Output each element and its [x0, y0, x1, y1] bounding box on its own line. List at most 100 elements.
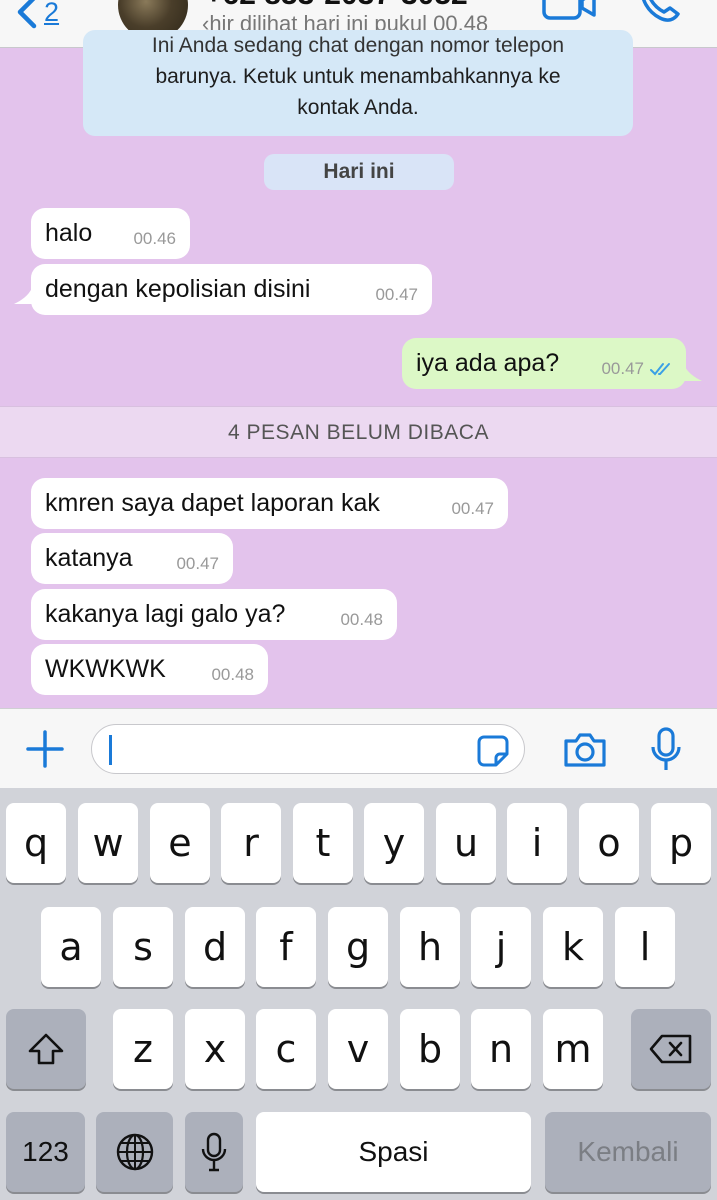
message-input[interactable]	[91, 724, 525, 774]
key-label: w	[92, 821, 124, 865]
key-label: l	[639, 925, 651, 969]
message-time: 00.47	[451, 499, 494, 518]
backspace-icon	[649, 1034, 692, 1064]
key-label: x	[203, 1027, 227, 1071]
message-bubble-incoming[interactable]: katanya 00.47	[31, 533, 233, 584]
key-label: u	[453, 821, 479, 865]
key-label: b	[417, 1027, 443, 1071]
unread-chats-count: 2	[44, 0, 60, 27]
key-label: i	[531, 821, 543, 865]
read-receipt-icon	[650, 363, 670, 376]
key-label: m	[554, 1027, 592, 1071]
key-j[interactable]: j	[471, 907, 531, 987]
camera-icon[interactable]	[562, 731, 608, 769]
message-time: 00.46	[133, 229, 176, 248]
key-c[interactable]: c	[256, 1009, 316, 1089]
key-r[interactable]: r	[221, 803, 281, 883]
message-bubble-incoming[interactable]: WKWKWK 00.48	[31, 644, 268, 695]
key-z[interactable]: z	[113, 1009, 173, 1089]
message-bubble-incoming[interactable]: kakanya lagi galo ya? 00.48	[31, 589, 397, 640]
key-label: e	[168, 821, 192, 865]
message-text: kmren saya dapet laporan kak	[45, 489, 380, 517]
key-o[interactable]: o	[579, 803, 639, 883]
key-m[interactable]: m	[543, 1009, 603, 1089]
key-t[interactable]: t	[293, 803, 353, 883]
key-label: j	[495, 925, 507, 969]
key-f[interactable]: f	[256, 907, 316, 987]
sticker-icon[interactable]	[476, 734, 510, 768]
key-d[interactable]: d	[185, 907, 245, 987]
message-bubble-incoming[interactable]: kmren saya dapet laporan kak 00.47	[31, 478, 508, 529]
key-w[interactable]: w	[78, 803, 138, 883]
return-key[interactable]: Kembali	[545, 1112, 711, 1192]
info-line-1: Ini Anda sedang chat dengan nomor telepo…	[151, 34, 565, 57]
unread-messages-banner: 4 PESAN BELUM DIBACA	[0, 406, 717, 458]
globe-icon	[116, 1133, 153, 1171]
microphone-icon	[201, 1132, 227, 1172]
key-e[interactable]: e	[150, 803, 210, 883]
message-bubble-incoming[interactable]: halo 00.46	[31, 208, 190, 259]
new-number-info-banner[interactable]: Ini Anda sedang chat dengan nomor telepo…	[83, 30, 633, 136]
microphone-icon[interactable]	[650, 727, 682, 773]
key-k[interactable]: k	[543, 907, 603, 987]
phone-call-icon[interactable]	[636, 0, 684, 26]
key-label: y	[382, 821, 406, 865]
key-label: q	[23, 821, 49, 865]
key-b[interactable]: b	[400, 1009, 460, 1089]
key-label: z	[133, 1027, 153, 1071]
backspace-key[interactable]	[631, 1009, 711, 1089]
message-time: 00.48	[211, 665, 254, 684]
key-label: c	[275, 1027, 297, 1071]
shift-icon	[28, 1033, 64, 1065]
key-g[interactable]: g	[328, 907, 388, 987]
globe-key[interactable]	[96, 1112, 173, 1192]
key-label: k	[561, 925, 584, 969]
key-h[interactable]: h	[400, 907, 460, 987]
numbers-key[interactable]: 123	[6, 1112, 85, 1192]
message-text: dengan kepolisian disini	[45, 275, 311, 303]
dictation-key[interactable]	[185, 1112, 243, 1192]
key-y[interactable]: y	[364, 803, 424, 883]
bubble-tail	[684, 365, 702, 381]
message-bubble-outgoing[interactable]: iya ada apa? 00.47	[402, 338, 686, 389]
shift-key[interactable]	[6, 1009, 86, 1089]
key-label: f	[279, 925, 293, 969]
message-input-bar	[0, 708, 717, 788]
message-time: 00.48	[340, 610, 383, 629]
key-u[interactable]: u	[436, 803, 496, 883]
message-text: iya ada apa?	[416, 349, 560, 377]
key-label: Spasi	[358, 1136, 429, 1167]
message-text: halo	[45, 219, 93, 247]
key-l[interactable]: l	[615, 907, 675, 987]
key-a[interactable]: a	[41, 907, 101, 987]
keyboard: q w e r t y u i o p a s d f g h j k l z …	[0, 788, 717, 1200]
message-time: 00.47	[176, 554, 219, 573]
key-x[interactable]: x	[185, 1009, 245, 1089]
key-label: s	[133, 925, 153, 969]
key-label: 123	[22, 1136, 69, 1167]
key-label: r	[243, 821, 259, 865]
text-cursor	[109, 735, 112, 765]
video-call-icon[interactable]	[540, 0, 598, 22]
key-p[interactable]: p	[651, 803, 711, 883]
key-label: n	[488, 1027, 514, 1071]
message-text: katanya	[45, 544, 133, 572]
key-q[interactable]: q	[6, 803, 66, 883]
key-label: d	[202, 925, 228, 969]
key-i[interactable]: i	[507, 803, 567, 883]
space-key[interactable]: Spasi	[256, 1112, 531, 1192]
key-label: o	[597, 821, 621, 865]
key-v[interactable]: v	[328, 1009, 388, 1089]
bubble-tail	[14, 288, 32, 304]
message-bubble-incoming[interactable]: dengan kepolisian disini 00.47	[31, 264, 432, 315]
plus-icon[interactable]	[24, 728, 66, 770]
message-time: 00.47	[375, 285, 418, 304]
key-label: t	[315, 821, 331, 865]
back-button[interactable]: 2	[14, 0, 59, 32]
date-separator: Hari ini	[264, 154, 454, 190]
key-n[interactable]: n	[471, 1009, 531, 1089]
key-s[interactable]: s	[113, 907, 173, 987]
key-label: v	[346, 1027, 370, 1071]
chevron-left-icon	[17, 0, 37, 29]
message-time: 00.47	[601, 359, 644, 378]
